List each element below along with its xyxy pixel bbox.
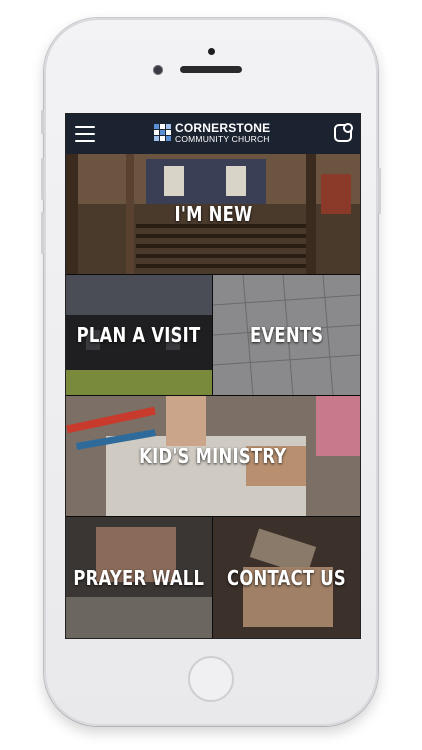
volume-down-button (41, 212, 44, 254)
tile-grid: I'M NEW PLAN A VISIT EVENTS KID'S MINIST… (66, 154, 360, 638)
front-camera (153, 65, 163, 75)
church-logo: CORNERSTONE COMMUNITY CHURCH (154, 122, 278, 146)
mute-switch (41, 110, 44, 134)
tile-contact-us[interactable]: CONTACT US (213, 517, 360, 638)
volume-up-button (41, 158, 44, 200)
tile-plan-a-visit[interactable]: PLAN A VISIT (66, 275, 212, 395)
tile-prayer-wall[interactable]: PRAYER WALL (66, 517, 212, 638)
tile-label: PLAN A VISIT (77, 323, 201, 347)
menu-icon[interactable] (75, 126, 95, 142)
logo-subtitle: COMMUNITY CHURCH (175, 134, 270, 144)
tile-label: I'M NEW (174, 202, 252, 226)
tile-events[interactable]: EVENTS (213, 275, 360, 395)
logo-mark-icon (154, 124, 171, 141)
tile-kids-ministry[interactable]: KID'S MINISTRY (66, 396, 360, 516)
power-button (378, 168, 381, 214)
tile-label: EVENTS (249, 323, 324, 347)
tile-im-new[interactable]: I'M NEW (66, 154, 360, 274)
app-screen: CORNERSTONE COMMUNITY CHURCH I'M NEW PLA… (65, 113, 361, 639)
app-header: CORNERSTONE COMMUNITY CHURCH (66, 114, 360, 154)
tile-label: CONTACT US (227, 565, 346, 590)
home-button[interactable] (188, 656, 234, 702)
proximity-sensor (208, 48, 215, 55)
notification-icon[interactable] (334, 123, 353, 142)
tile-label: PRAYER WALL (73, 565, 205, 590)
tile-label: KID'S MINISTRY (139, 444, 287, 468)
earpiece-speaker (180, 66, 242, 73)
